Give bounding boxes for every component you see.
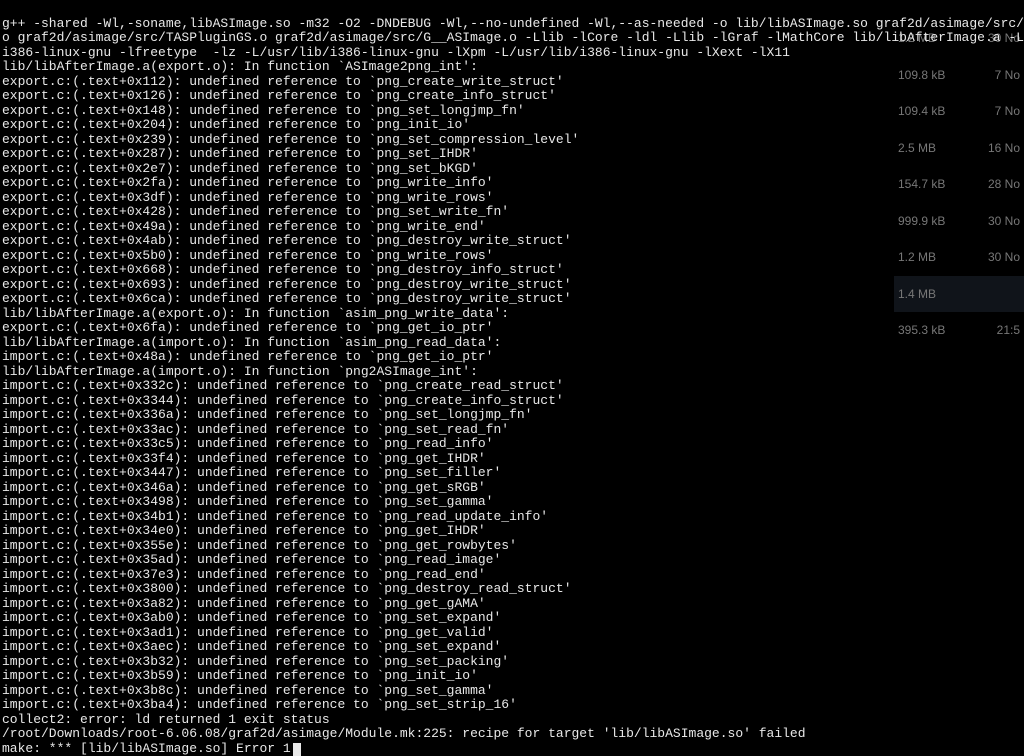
terminal-line: lib/libAfterImage.a(export.o): In functi… xyxy=(2,307,1024,322)
terminal-line: lib/libAfterImage.a(export.o): In functi… xyxy=(2,60,1024,75)
terminal-line: import.c:(.text+0x34b1): undefined refer… xyxy=(2,510,1024,525)
terminal-line: g++ -shared -Wl,-soname,libASImage.so -m… xyxy=(2,17,1024,32)
terminal-line: export.c:(.text+0x2e7): undefined refere… xyxy=(2,162,1024,177)
terminal-line: /root/Downloads/root-6.06.08/graf2d/asim… xyxy=(2,727,1024,742)
terminal-line: import.c:(.text+0x336a): undefined refer… xyxy=(2,408,1024,423)
terminal-line: import.c:(.text+0x33f4): undefined refer… xyxy=(2,452,1024,467)
terminal-line: collect2: error: ld returned 1 exit stat… xyxy=(2,713,1024,728)
terminal-line: export.c:(.text+0x112): undefined refere… xyxy=(2,75,1024,90)
terminal-line: import.c:(.text+0x3ad1): undefined refer… xyxy=(2,626,1024,641)
terminal-line: export.c:(.text+0x2fa): undefined refere… xyxy=(2,176,1024,191)
terminal-line: export.c:(.text+0x3df): undefined refere… xyxy=(2,191,1024,206)
terminal-line: export.c:(.text+0x428): undefined refere… xyxy=(2,205,1024,220)
terminal-line: export.c:(.text+0x4ab): undefined refere… xyxy=(2,234,1024,249)
terminal-output[interactable]: g++ -shared -Wl,-soname,libASImage.so -m… xyxy=(0,0,1024,756)
terminal-line: export.c:(.text+0x126): undefined refere… xyxy=(2,89,1024,104)
terminal-line: import.c:(.text+0x33ac): undefined refer… xyxy=(2,423,1024,438)
terminal-line: import.c:(.text+0x3ba4): undefined refer… xyxy=(2,698,1024,713)
terminal-line: export.c:(.text+0x239): undefined refere… xyxy=(2,133,1024,148)
terminal-line: import.c:(.text+0x3b32): undefined refer… xyxy=(2,655,1024,670)
terminal-line: import.c:(.text+0x346a): undefined refer… xyxy=(2,481,1024,496)
terminal-line: import.c:(.text+0x355e): undefined refer… xyxy=(2,539,1024,554)
terminal-line: export.c:(.text+0x204): undefined refere… xyxy=(2,118,1024,133)
terminal-cursor xyxy=(293,743,301,756)
terminal-line: lib/libAfterImage.a(import.o): In functi… xyxy=(2,365,1024,380)
terminal-line: import.c:(.text+0x3498): undefined refer… xyxy=(2,495,1024,510)
terminal-line: import.c:(.text+0x33c5): undefined refer… xyxy=(2,437,1024,452)
terminal-line: import.c:(.text+0x34e0): undefined refer… xyxy=(2,524,1024,539)
terminal-line: export.c:(.text+0x49a): undefined refere… xyxy=(2,220,1024,235)
terminal-line: import.c:(.text+0x48a): undefined refere… xyxy=(2,350,1024,365)
terminal-line: export.c:(.text+0x287): undefined refere… xyxy=(2,147,1024,162)
terminal-line: import.c:(.text+0x3800): undefined refer… xyxy=(2,582,1024,597)
terminal-line: i386-linux-gnu -lfreetype -lz -L/usr/lib… xyxy=(2,46,1024,61)
terminal-line: import.c:(.text+0x35ad): undefined refer… xyxy=(2,553,1024,568)
terminal-line: import.c:(.text+0x3344): undefined refer… xyxy=(2,394,1024,409)
terminal-line: import.c:(.text+0x332c): undefined refer… xyxy=(2,379,1024,394)
terminal-line: export.c:(.text+0x6ca): undefined refere… xyxy=(2,292,1024,307)
terminal-line: o graf2d/asimage/src/TASPluginGS.o graf2… xyxy=(2,31,1024,46)
terminal-line: export.c:(.text+0x6fa): undefined refere… xyxy=(2,321,1024,336)
terminal-line: import.c:(.text+0x3aec): undefined refer… xyxy=(2,640,1024,655)
terminal-line: import.c:(.text+0x3a82): undefined refer… xyxy=(2,597,1024,612)
terminal-line: export.c:(.text+0x148): undefined refere… xyxy=(2,104,1024,119)
terminal-line: export.c:(.text+0x668): undefined refere… xyxy=(2,263,1024,278)
terminal-line: import.c:(.text+0x37e3): undefined refer… xyxy=(2,568,1024,583)
terminal-line: import.c:(.text+0x3ab0): undefined refer… xyxy=(2,611,1024,626)
terminal-line: lib/libAfterImage.a(import.o): In functi… xyxy=(2,336,1024,351)
terminal-line: export.c:(.text+0x5b0): undefined refere… xyxy=(2,249,1024,264)
terminal-line: make: *** [lib/libASImage.so] Error 1 xyxy=(2,742,1024,756)
terminal-line: import.c:(.text+0x3447): undefined refer… xyxy=(2,466,1024,481)
terminal-line: import.c:(.text+0x3b59): undefined refer… xyxy=(2,669,1024,684)
terminal-line: export.c:(.text+0x693): undefined refere… xyxy=(2,278,1024,293)
terminal-line: import.c:(.text+0x3b8c): undefined refer… xyxy=(2,684,1024,699)
